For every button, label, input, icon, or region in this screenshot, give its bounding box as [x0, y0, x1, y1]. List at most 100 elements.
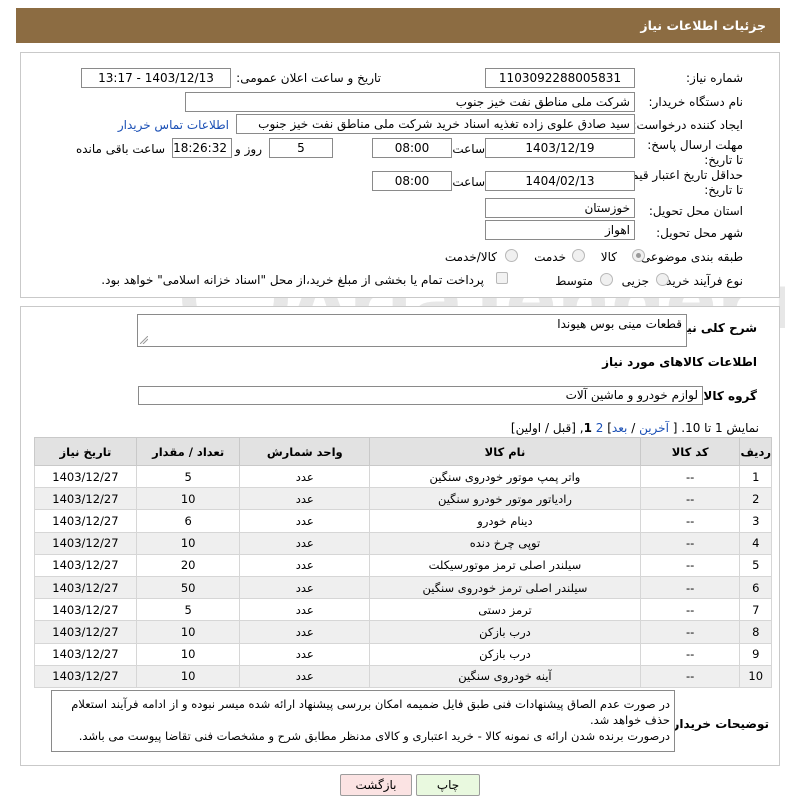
table-row[interactable]: 1 -- واتر پمپ موتور خودروی سنگین عدد 5 1403/1… [34, 464, 772, 489]
table-row[interactable]: 9 -- درب بازکن عدد 10 1403/12/27 [34, 642, 772, 666]
cell-code: -- [639, 598, 741, 622]
treasury-payment-note: پرداخت تمام یا بخشی از مبلغ خرید،از محل … [101, 273, 484, 287]
cell-date: 1403/12/27 [34, 575, 137, 600]
province-label: استان محل تحویل: [648, 204, 743, 218]
cell-unit: عدد [239, 598, 371, 622]
cell-qty: 10 [135, 531, 241, 555]
cell-code: -- [639, 664, 741, 688]
table-row[interactable]: 5 -- سیلندر اصلی ترمز موتورسیکلت عدد 20 1403/… [34, 553, 772, 577]
remaining-time-label: ساعت باقی مانده [75, 142, 165, 156]
requester-label: ایجاد کننده درخواست: [632, 118, 743, 132]
cell-name: سیلندر اصلی ترمز خودروی سنگین [369, 575, 641, 600]
print-button[interactable]: چاپ [416, 774, 480, 796]
cell-unit: عدد [239, 575, 371, 600]
pagination: نمایش 1 تا 10. [ آخرین / بعد] 2 1, [قبل … [511, 421, 759, 435]
cell-code: -- [639, 642, 741, 666]
treasury-payment-checkbox[interactable] [496, 272, 508, 284]
cell-qty: 5 [135, 464, 241, 489]
cell-qty: 10 [135, 620, 241, 644]
pagination-page-2[interactable]: 2 [596, 421, 604, 435]
table-row[interactable]: 2 -- رادیاتور موتور خودرو سنگین عدد 10 1403/1… [34, 487, 772, 511]
cell-row: 5 [739, 553, 772, 577]
process-radio-minor[interactable] [656, 273, 669, 286]
cell-unit: عدد [239, 509, 371, 533]
description-text: قطعات مینی بوس هیوندا [557, 317, 682, 331]
cell-row: 1 [739, 464, 772, 489]
cell-date: 1403/12/27 [34, 642, 137, 666]
cell-row: 2 [739, 487, 772, 511]
cell-row: 4 [739, 531, 772, 555]
cell-row: 7 [739, 598, 772, 622]
deadline-time-label: ساعت [452, 142, 485, 156]
description-field[interactable]: قطعات مینی بوس هیوندا [137, 314, 687, 347]
cell-row: 3 [739, 509, 772, 533]
city-field[interactable]: اهواز [485, 220, 635, 240]
cell-code: -- [639, 464, 741, 489]
cell-name: ترمز دستی [369, 598, 641, 622]
need-number-label: شماره نیاز: [686, 71, 743, 85]
cell-qty: 10 [135, 487, 241, 511]
price-validity-time-field[interactable]: 08:00 [372, 171, 452, 191]
cell-name: توپی چرخ دنده [369, 531, 641, 555]
table-row[interactable]: 8 -- درب بازکن عدد 10 1403/12/27 [34, 620, 772, 644]
cell-qty: 10 [135, 664, 241, 688]
pagination-show-text: نمایش 1 تا 10. [ [672, 421, 759, 435]
category-radio-service[interactable] [572, 249, 585, 262]
cell-unit: عدد [239, 642, 371, 666]
cell-qty: 20 [135, 553, 241, 577]
deadline-date-field[interactable]: 1403/12/19 [485, 138, 635, 158]
province-field[interactable]: خوزستان [485, 198, 635, 218]
cell-date: 1403/12/27 [34, 464, 137, 489]
cell-row: 6 [739, 575, 772, 600]
category-option-goods-service: کالا/خدمت [444, 250, 497, 264]
table-row[interactable]: 6 -- سیلندر اصلی ترمز خودروی سنگین عدد 50 140… [34, 575, 772, 600]
goods-group-field[interactable]: لوازم خودرو و ماشین آلات [138, 386, 703, 405]
resize-handle-icon[interactable] [140, 336, 148, 344]
process-label: نوع فرآیند خرید : [658, 274, 743, 288]
table-row[interactable]: 7 -- ترمز دستی عدد 5 1403/12/27 [34, 598, 772, 622]
table-header-row: ردیف کد کالا نام کالا واحد شمارش تعداد /… [34, 437, 772, 466]
deadline-time-field[interactable]: 08:00 [372, 138, 452, 158]
requester-field[interactable]: سید صادق علوی زاده تغذیه اسناد خرید شرکت… [236, 114, 635, 134]
price-validity-time-label: ساعت [452, 175, 485, 189]
header-name: نام کالا [369, 437, 641, 466]
cell-unit: عدد [239, 487, 371, 511]
cell-name: دینام خودرو [369, 509, 641, 533]
buyer-org-label: نام دستگاه خریدار: [648, 95, 744, 109]
cell-code: -- [639, 620, 741, 644]
buyer-org-field[interactable]: شرکت ملی مناطق نفت خیز جنوب [185, 92, 635, 112]
price-validity-date-field[interactable]: 1404/02/13 [485, 171, 635, 191]
table-row[interactable]: 4 -- توپی چرخ دنده عدد 10 1403/12/27 [34, 531, 772, 555]
category-option-goods: کالا [600, 250, 617, 264]
cell-qty: 5 [135, 598, 241, 622]
cell-qty: 6 [135, 509, 241, 533]
cell-name: درب بازکن [369, 642, 641, 666]
cell-name: آینه خودروی سنگین [369, 664, 641, 688]
pagination-page-1: 1 [583, 421, 592, 435]
category-radio-goods-service[interactable] [505, 249, 518, 262]
goods-group-label: گروه کالا: [698, 389, 757, 403]
table-row[interactable]: 3 -- دینام خودرو عدد 6 1403/12/27 [34, 509, 772, 533]
cell-row: 10 [739, 664, 772, 688]
back-button[interactable]: بازگشت [340, 774, 412, 796]
pagination-sep: / [631, 421, 636, 435]
buyer-notes-field[interactable]: در صورت عدم الصاق پیشنهادات فنی طبق فایل… [51, 690, 675, 752]
cell-unit: عدد [239, 531, 371, 555]
announce-date-field[interactable]: 1403/12/13 - 13:17 [81, 68, 231, 88]
cell-date: 1403/12/27 [34, 620, 137, 644]
announce-date-label: تاریخ و ساعت اعلان عمومی: [236, 71, 381, 85]
need-number-field[interactable]: 1103092288005831 [485, 68, 635, 88]
category-label: طبقه بندی موضوعی: [636, 250, 743, 264]
buyer-contact-link[interactable]: اطلاعات تماس خریدار [118, 118, 229, 132]
buyer-notes-label: توضیحات خریدار: [667, 717, 769, 731]
process-radio-medium[interactable] [600, 273, 613, 286]
deadline-days-field[interactable]: 5 [269, 138, 333, 158]
remaining-time-field[interactable]: 18:26:32 [172, 138, 232, 158]
category-option-service: خدمت [534, 250, 566, 264]
pagination-last-link[interactable]: آخرین [639, 421, 669, 435]
header-date: تاریخ نیاز [34, 437, 137, 466]
cell-row: 8 [739, 620, 772, 644]
category-radio-goods[interactable] [632, 249, 645, 262]
pagination-next-link[interactable]: بعد [612, 421, 627, 435]
table-row[interactable]: 10 -- آینه خودروی سنگین عدد 10 1403/12/27 [34, 664, 772, 688]
